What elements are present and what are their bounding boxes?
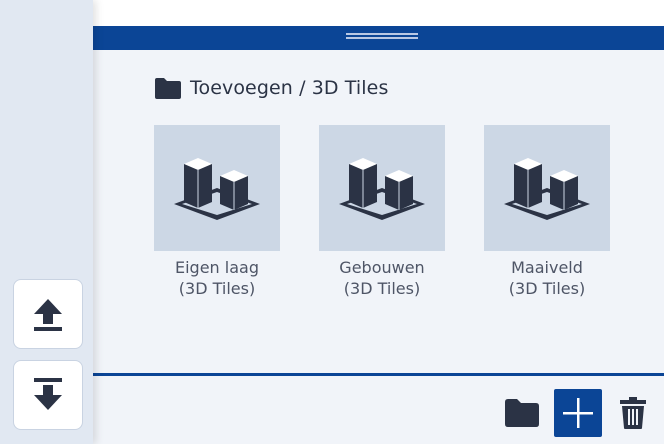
buildings-3d-icon (504, 158, 590, 220)
panel-resize-handle[interactable] (346, 33, 418, 43)
trash-icon (620, 397, 646, 429)
left-rail (0, 0, 93, 444)
folder-icon (505, 399, 539, 427)
layer-panel-content: Toevoegen / 3D Tiles Eigen laag (3D Tile… (93, 50, 664, 374)
panel-footer (93, 376, 664, 444)
move-to-bottom-button[interactable] (13, 360, 83, 430)
folder-icon (155, 77, 181, 99)
tile-thumbnail (319, 125, 445, 251)
plus-icon (563, 398, 593, 428)
buildings-3d-icon (174, 158, 260, 220)
delete-button[interactable] (613, 389, 653, 437)
tile-label-type: (3D Tiles) (343, 279, 421, 298)
tile-maaiveld[interactable]: Maaiveld (3D Tiles) (484, 125, 610, 299)
tile-gebouwen[interactable]: Gebouwen (3D Tiles) (319, 125, 445, 299)
tile-label: Maaiveld (3D Tiles) (484, 257, 610, 299)
tile-label-type: (3D Tiles) (178, 279, 256, 298)
tile-eigen-laag[interactable]: Eigen laag (3D Tiles) (154, 125, 280, 299)
move-to-top-button[interactable] (13, 279, 83, 349)
tile-label-type: (3D Tiles) (508, 279, 586, 298)
tile-label-name: Gebouwen (339, 258, 425, 277)
top-area (93, 0, 664, 26)
add-button[interactable] (554, 389, 602, 437)
move-to-top-icon (34, 299, 62, 331)
tile-thumbnail (154, 125, 280, 251)
tile-thumbnail (484, 125, 610, 251)
breadcrumb: Toevoegen / 3D Tiles (154, 77, 388, 99)
breadcrumb-text: Toevoegen / 3D Tiles (190, 77, 389, 99)
buildings-3d-icon (339, 158, 425, 220)
panel-header (93, 26, 664, 50)
tile-label: Gebouwen (3D Tiles) (319, 257, 445, 299)
tile-label-name: Eigen laag (175, 258, 259, 277)
tile-label: Eigen laag (3D Tiles) (154, 257, 280, 299)
tile-label-name: Maaiveld (511, 258, 583, 277)
move-to-bottom-icon (34, 378, 62, 410)
folder-button[interactable] (501, 389, 543, 437)
